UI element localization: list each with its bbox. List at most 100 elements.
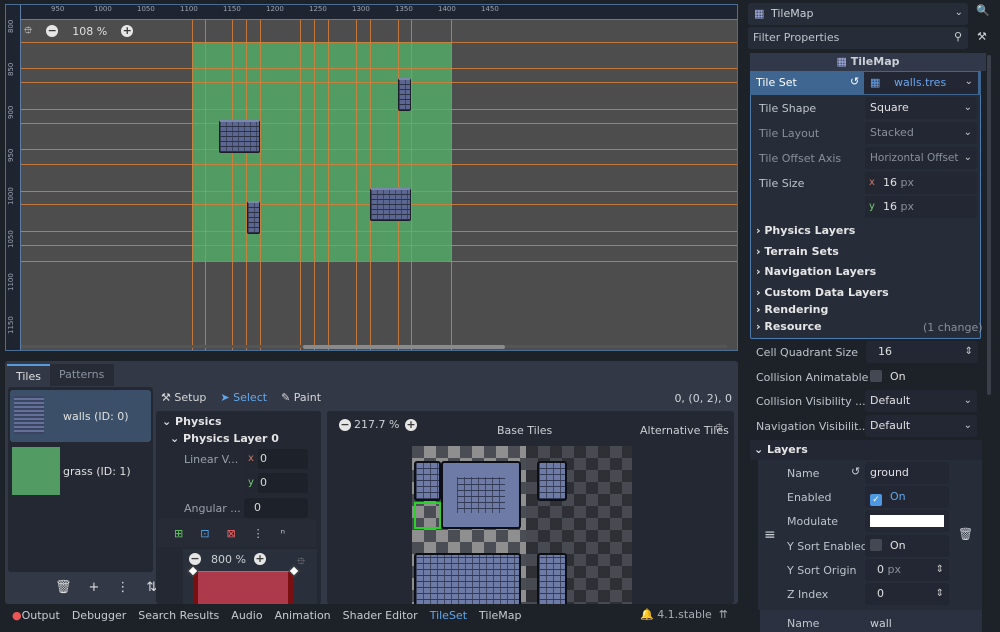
tools-icon: ⚒ bbox=[161, 391, 171, 404]
docs-icon[interactable]: 🔍 bbox=[976, 4, 990, 17]
zoom-out-button[interactable]: − bbox=[46, 25, 59, 37]
add-polygon-icon[interactable]: ⊞ bbox=[174, 527, 183, 540]
tile-size-y[interactable]: y 16 px bbox=[865, 196, 977, 218]
section-custom-data-layers[interactable]: › Custom Data Layers bbox=[756, 286, 889, 299]
ruler-tick-label: 1400 bbox=[438, 5, 456, 13]
horizontal-scrollbar-thumb[interactable] bbox=[303, 345, 505, 349]
edit-polygon-icon[interactable]: ⊡ bbox=[200, 527, 209, 540]
section-terrain-sets[interactable]: › Terrain Sets bbox=[756, 245, 839, 258]
layer-name-input[interactable]: ground bbox=[865, 462, 949, 484]
drag-handle-icon[interactable]: ≡ bbox=[764, 527, 776, 543]
section-resource[interactable]: › Resource bbox=[756, 320, 822, 333]
node-selector[interactable]: ▦ TileMap ⌄ bbox=[748, 3, 968, 25]
trash-icon[interactable]: 🗑 bbox=[55, 580, 72, 595]
physics-section[interactable]: ⌄ Physics bbox=[162, 415, 222, 428]
add-icon[interactable]: + bbox=[89, 580, 100, 595]
atlas-tile[interactable] bbox=[537, 461, 567, 501]
tile-source-list: walls (ID: 0) grass (ID: 1) bbox=[8, 387, 153, 572]
spin-arrows-icon[interactable]: ⇕ bbox=[936, 583, 944, 605]
atlas-tile[interactable] bbox=[537, 553, 567, 604]
revert-icon[interactable]: ↺ bbox=[850, 75, 859, 88]
tab-patterns[interactable]: Patterns bbox=[50, 364, 114, 386]
layer-ysort-label: Y Sort Enabled bbox=[787, 540, 868, 553]
checkbox-icon bbox=[870, 539, 882, 551]
chevron-down-icon: ⌄ bbox=[964, 76, 973, 87]
zoom-in-button[interactable]: + bbox=[254, 553, 266, 565]
tile-source-label: walls (ID: 0) bbox=[63, 410, 129, 423]
chevron-down-icon: ⌄ bbox=[963, 127, 972, 138]
layer-modulate-color[interactable] bbox=[865, 510, 949, 532]
section-rendering[interactable]: › Rendering bbox=[756, 303, 828, 316]
collision-animatable-checkbox[interactable]: On bbox=[865, 366, 977, 388]
tab-tileset[interactable]: TileSet bbox=[430, 609, 467, 622]
tile-source-grass[interactable]: grass (ID: 1) bbox=[10, 445, 151, 497]
x-axis-label: x bbox=[865, 172, 879, 194]
linear-velocity-x[interactable]: x0 bbox=[244, 449, 308, 469]
layer-ysort-origin-spinbox[interactable]: 0 px ⇕ bbox=[865, 559, 949, 581]
tab-audio[interactable]: Audio bbox=[231, 609, 262, 622]
cell-quadrant-spinbox[interactable]: 16 ⇕ bbox=[866, 341, 978, 363]
tileset-panel: Tiles Patterns walls (ID: 0) grass (ID: … bbox=[5, 361, 738, 604]
expand-panel-icon[interactable]: ⇈ bbox=[719, 608, 728, 621]
setup-button[interactable]: ⚒ Setup bbox=[161, 391, 206, 404]
physics-layer-section[interactable]: ⌄ Physics Layer 0 bbox=[170, 432, 279, 445]
tab-search-results[interactable]: Search Results bbox=[138, 609, 219, 622]
tilemap-icon: ▦ bbox=[754, 7, 765, 20]
layer-ysort-checkbox[interactable]: On bbox=[865, 535, 949, 557]
polygon-editor[interactable]: − 800 % + ⯐ bbox=[183, 549, 317, 604]
zoom-out-button[interactable]: − bbox=[189, 553, 201, 565]
select-button[interactable]: ➤ Select bbox=[220, 391, 267, 404]
tile-layout-select[interactable]: Stacked ⌄ bbox=[865, 122, 977, 144]
grass-thumbnail bbox=[12, 447, 60, 495]
zoom-in-button[interactable]: + bbox=[121, 25, 134, 37]
atlas-tile[interactable] bbox=[414, 461, 441, 501]
tile-source-walls[interactable]: walls (ID: 0) bbox=[10, 390, 151, 442]
more-icon[interactable]: ⋮ bbox=[253, 527, 264, 540]
atlas-tile[interactable] bbox=[414, 553, 521, 604]
center-view-icon[interactable]: ⯐ bbox=[715, 419, 723, 438]
revert-icon[interactable]: ↺ bbox=[851, 465, 860, 478]
tab-animation[interactable]: Animation bbox=[275, 609, 331, 622]
zoom-in-button[interactable]: + bbox=[405, 419, 417, 431]
canvas-viewport[interactable]: 950 1000 1050 1100 1150 1200 1250 1300 1350 1400 1… bbox=[5, 4, 738, 351]
angular-velocity-field[interactable]: 0 bbox=[244, 498, 308, 518]
tile-set-resource-picker[interactable]: ▦ walls.tres ⌄ bbox=[864, 72, 978, 94]
atlas-tile[interactable] bbox=[441, 461, 521, 529]
tile-offset-axis-select[interactable]: Horizontal Offset ⌄ bbox=[865, 147, 977, 169]
trash-icon[interactable]: 🗑 bbox=[958, 527, 973, 541]
inspector-scrollbar[interactable] bbox=[987, 55, 991, 395]
spin-arrows-icon[interactable]: ⇕ bbox=[965, 341, 973, 363]
chevron-down-icon: ⌄ bbox=[954, 7, 963, 18]
tile-shape-select[interactable]: Square ⌄ bbox=[865, 97, 977, 119]
tab-tiles[interactable]: Tiles bbox=[7, 364, 50, 386]
tab-output[interactable]: ●Output bbox=[12, 609, 60, 622]
collision-polygon[interactable] bbox=[193, 571, 293, 604]
atlas-view[interactable]: − 217.7 % + Base Tiles Alternative Tiles… bbox=[327, 411, 734, 604]
tab-debugger[interactable]: Debugger bbox=[72, 609, 126, 622]
spin-arrows-icon[interactable]: ⇕ bbox=[936, 559, 944, 581]
paint-button[interactable]: ✎ Paint bbox=[281, 391, 321, 404]
layer-name-input[interactable]: wall bbox=[870, 617, 892, 630]
section-physics-layers[interactable]: › Physics Layers bbox=[756, 224, 855, 237]
filter-properties-input[interactable]: Filter Properties ⚲ bbox=[748, 27, 968, 49]
tab-tilemap[interactable]: TileMap bbox=[479, 609, 521, 622]
section-navigation-layers[interactable]: › Navigation Layers bbox=[756, 265, 876, 278]
layer-zindex-spinbox[interactable]: 0 ⇕ bbox=[865, 583, 949, 605]
zoom-out-button[interactable]: − bbox=[339, 419, 351, 431]
collision-visibility-select[interactable]: Default ⌄ bbox=[865, 390, 977, 412]
tab-shader-editor[interactable]: Shader Editor bbox=[343, 609, 418, 622]
inspector-tools-icon[interactable]: ⚒ bbox=[977, 30, 987, 43]
delete-polygon-icon[interactable]: ⊠ bbox=[226, 527, 235, 540]
bell-icon[interactable]: 🔔 bbox=[640, 608, 654, 621]
tile-layout-label: Tile Layout bbox=[759, 127, 820, 140]
more-icon[interactable]: ⋮ bbox=[116, 580, 129, 595]
layer-enabled-checkbox[interactable]: ✓ On bbox=[865, 486, 949, 508]
zoom-level[interactable]: 108 % bbox=[72, 25, 107, 38]
layers-header[interactable]: ⌄ Layers bbox=[750, 440, 982, 460]
snap-icon[interactable]: ⁿ bbox=[281, 527, 285, 540]
tile-size-x[interactable]: x 16 px bbox=[865, 172, 977, 194]
center-view-icon[interactable]: ⯐ bbox=[24, 22, 32, 41]
grid-line bbox=[21, 231, 737, 232]
navigation-visibility-select[interactable]: Default ⌄ bbox=[865, 415, 977, 437]
linear-velocity-y[interactable]: y0 bbox=[244, 473, 308, 493]
